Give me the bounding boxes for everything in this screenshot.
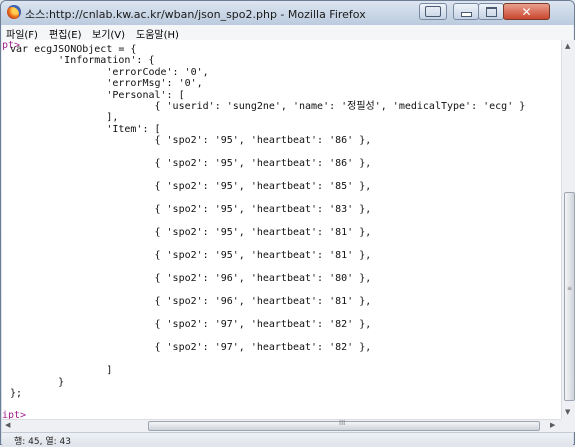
browser-window: 소스:http://cnlab.kw.ac.kr/wban/json_spo2.…	[0, 0, 575, 447]
source-line: 'errorMsg': '0',	[10, 78, 203, 90]
cursor-position: 행: 45, 열: 43	[14, 437, 71, 447]
source-line: { 'spo2': '97', 'heartbeat': '82' },	[10, 319, 372, 331]
horizontal-scroll-thumb[interactable]: III	[148, 419, 540, 431]
source-line: 'Item': [	[10, 123, 161, 135]
source-line: { 'spo2': '95', 'heartbeat': '86' },	[10, 158, 372, 170]
source-line: { 'spo2': '95', 'heartbeat': '81' },	[10, 227, 372, 239]
source-line: { 'userid': 'sung2ne', 'name': '정필성', 'm…	[10, 100, 526, 112]
window-title: 소스:http://cnlab.kw.ac.kr/wban/json_spo2.…	[25, 8, 366, 21]
source-line: }	[10, 376, 65, 388]
source-line: { 'spo2': '95', 'heartbeat': '85' },	[10, 181, 372, 193]
minimize-button[interactable]	[453, 3, 479, 20]
source-code[interactable]: var ecgJSONObject = { 'Information': { '…	[10, 44, 525, 399]
scroll-down-icon[interactable]: ▼	[565, 408, 570, 416]
vertical-scroll-thumb[interactable]: ≡	[564, 192, 575, 401]
source-line: 'errorCode': '0',	[10, 66, 209, 78]
scroll-left-icon[interactable]: ◀	[5, 421, 10, 429]
scroll-corner	[561, 419, 575, 432]
source-line: var ecgJSONObject = {	[10, 44, 137, 55]
minimize-icon	[460, 12, 472, 17]
source-line: ],	[10, 112, 119, 124]
source-line: { 'spo2': '96', 'heartbeat': '81' },	[10, 296, 372, 308]
menu-edit[interactable]: 편집(E)	[49, 26, 82, 41]
source-view[interactable]: pt> var ecgJSONObject = { 'Information':…	[2, 40, 561, 419]
window-switch-button[interactable]	[419, 3, 447, 20]
close-icon: ✕	[521, 4, 532, 19]
horizontal-scrollbar[interactable]: ◀ III ▶	[2, 419, 561, 432]
source-line: { 'spo2': '95', 'heartbeat': '86' },	[10, 135, 372, 147]
window-switch-icon	[425, 6, 441, 17]
scroll-right-icon[interactable]: ▶	[550, 421, 555, 429]
source-bottom-marker: ipt>	[2, 410, 27, 419]
menu-help[interactable]: 도움말(H)	[136, 26, 179, 41]
close-button[interactable]: ✕	[503, 3, 550, 20]
maximize-icon	[485, 6, 497, 17]
horizontal-grip: III	[339, 419, 346, 427]
source-line: 'Personal': [	[10, 89, 185, 101]
source-line: { 'spo2': '96', 'heartbeat': '80' },	[10, 273, 372, 285]
maximize-button[interactable]	[478, 3, 504, 20]
source-line: { 'spo2': '95', 'heartbeat': '81' },	[10, 250, 372, 262]
title-bar[interactable]: 소스:http://cnlab.kw.ac.kr/wban/json_spo2.…	[1, 1, 574, 25]
status-bar: 행: 45, 열: 43	[2, 432, 573, 447]
grip-icon: ≡	[567, 285, 573, 292]
source-line: };	[10, 387, 23, 399]
source-line: 'Information': {	[10, 55, 155, 67]
firefox-icon[interactable]	[7, 5, 21, 19]
source-line: { 'spo2': '97', 'heartbeat': '82' },	[10, 342, 372, 354]
source-line: { 'spo2': '95', 'heartbeat': '83' },	[10, 204, 372, 216]
vertical-scrollbar[interactable]: ▲ ≡ ▼	[561, 40, 575, 419]
menu-view[interactable]: 보기(V)	[92, 26, 125, 41]
source-line: ]	[10, 365, 113, 377]
menu-file[interactable]: 파일(F)	[6, 26, 38, 41]
scroll-up-icon[interactable]: ▲	[565, 42, 570, 50]
menu-bar: 파일(F) 편집(E) 보기(V) 도움말(H)	[2, 25, 573, 41]
